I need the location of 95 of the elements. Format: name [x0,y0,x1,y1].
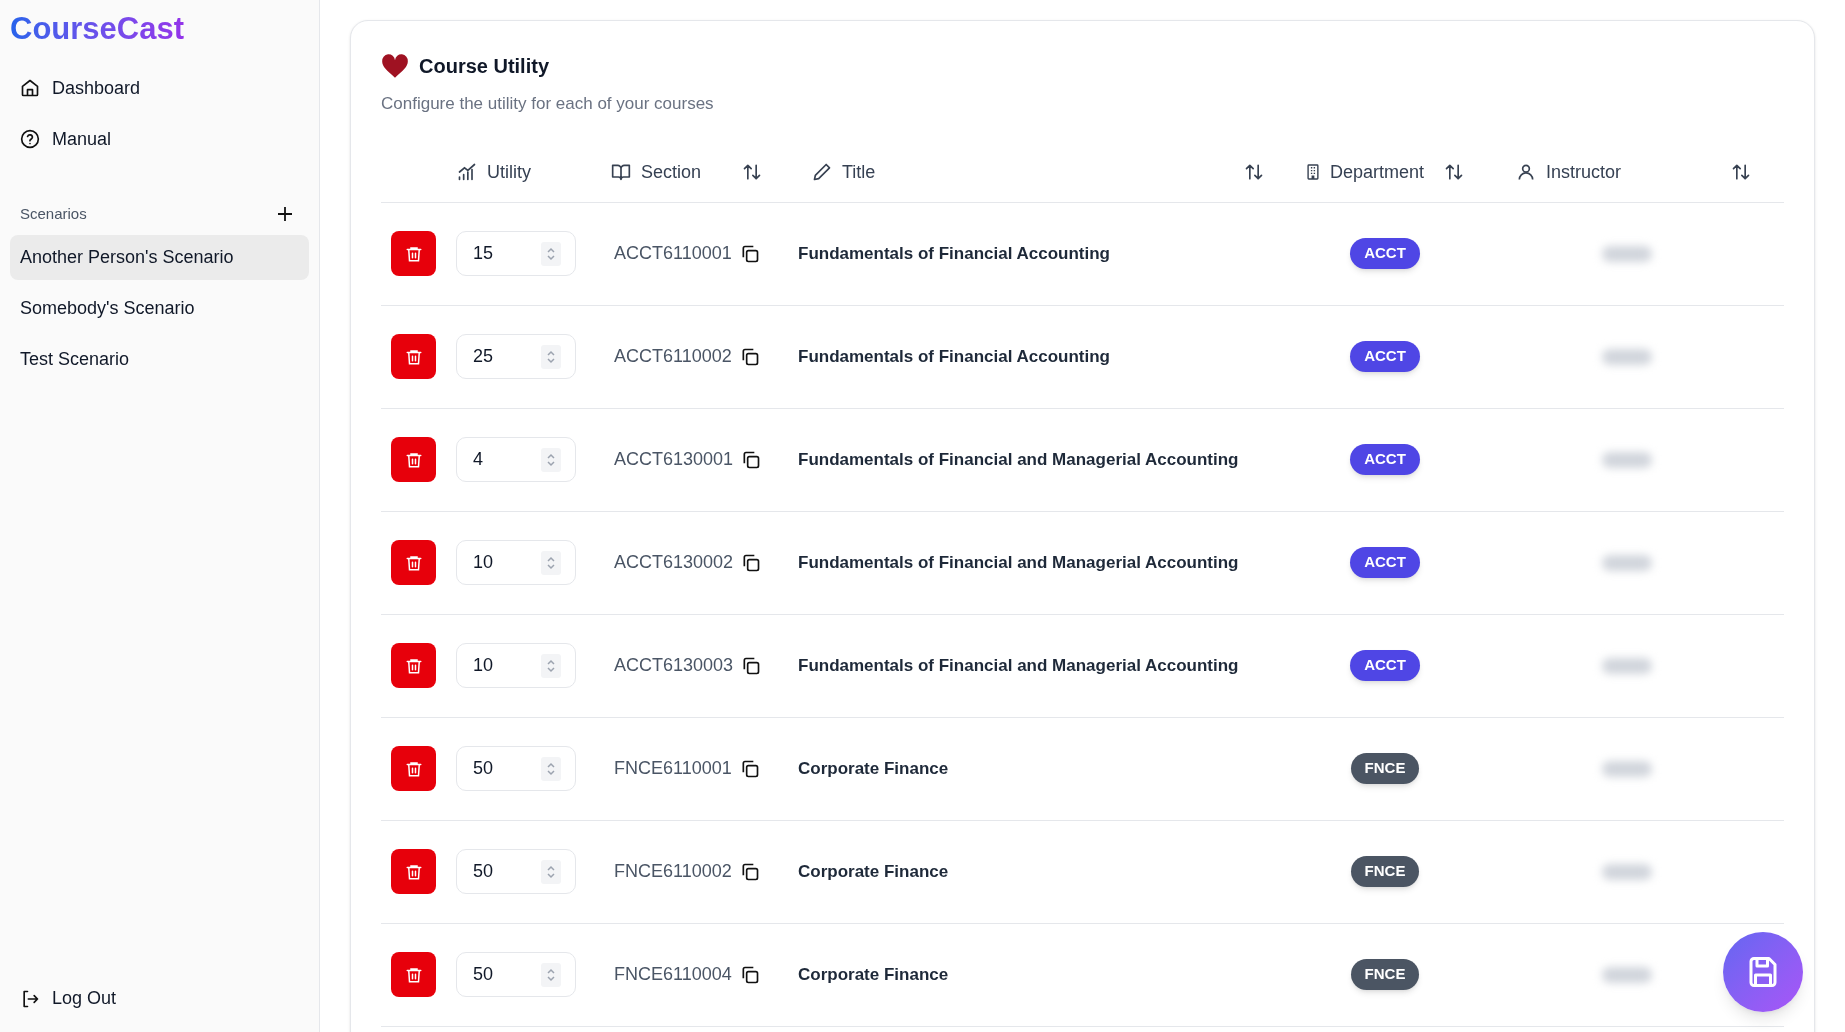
blurred-name [1602,760,1652,777]
column-header[interactable]: Utility [487,158,531,186]
pencil-icon [812,162,832,182]
chart-icon [457,162,477,182]
course-title: Corporate Finance [798,758,949,778]
delete-button[interactable] [391,746,436,791]
course-title: Fundamentals of Financial Accounting [798,243,1110,263]
sort-icon[interactable] [1731,162,1751,182]
column-header[interactable]: Instructor [1546,158,1622,186]
blurred-name [1602,966,1652,983]
course-title: Fundamentals of Financial and Managerial Accounting [798,655,1239,675]
department-tag: FNCE [1350,753,1420,784]
card-title: Course Utility [419,54,550,79]
delete-button[interactable] [391,952,436,997]
trash-icon [404,862,423,881]
trash-icon [404,759,423,778]
department-tag: ACCT [1350,650,1420,681]
delete-button[interactable] [391,334,436,379]
copy-icon[interactable] [741,449,762,470]
department-tag: ACCT [1350,547,1420,578]
section-code: ACCT6130001 [614,448,734,471]
section-code: ACCT6110001 [614,242,732,265]
heart-icon [381,53,409,79]
blurred-name [1602,863,1652,880]
section-code: ACCT6130002 [614,551,734,574]
blurred-name [1602,554,1652,571]
trash-icon [404,244,423,263]
number-field[interactable]: 15 [456,231,576,276]
building-icon [1306,162,1320,182]
copy-icon[interactable] [741,552,762,573]
department-tag: ACCT [1350,444,1420,475]
blurred-name [1602,245,1652,262]
course-title: Fundamentals of Financial and Managerial Accounting [798,449,1239,469]
spinner-icon[interactable] [541,344,561,369]
logout-icon [20,988,40,1009]
column-header[interactable]: Department [1329,158,1424,186]
delete-button[interactable] [391,231,436,276]
sort-icon[interactable] [742,162,762,182]
trash-icon [404,347,423,366]
trash-icon [404,450,423,469]
blurred-name [1602,657,1652,674]
department-tag: FNCE [1350,856,1420,887]
copy-icon[interactable] [741,655,762,676]
department-tag: FNCE [1350,959,1420,990]
blurred-name [1602,451,1652,468]
number-field[interactable]: 10 [456,643,576,688]
scenario-item[interactable]: Another Person's Scenario [10,235,309,281]
delete-button[interactable] [391,643,436,688]
logout-button[interactable]: Log Out [10,979,127,1018]
home-icon [20,78,40,99]
course-title: Fundamentals of Financial Accounting [798,346,1110,366]
section-code: FNCE6110001 [614,757,732,780]
blurred-name [1602,348,1652,365]
course-title: Corporate Finance [798,861,949,881]
trash-icon [404,656,423,675]
add-icon[interactable] [277,206,293,222]
section-heading: Scenarios [20,203,87,224]
section-code: FNCE6110002 [614,860,732,883]
delete-button[interactable] [391,849,436,894]
spinner-icon[interactable] [541,962,561,987]
nav-link[interactable]: Dashboard [10,66,309,110]
department-tag: ACCT [1350,238,1420,269]
number-field[interactable]: 25 [456,334,576,379]
department-tag: ACCT [1350,341,1420,372]
spinner-icon[interactable] [541,447,561,472]
number-field[interactable]: 50 [456,849,576,894]
number-field[interactable]: 50 [456,746,576,791]
book-icon [611,162,631,182]
column-header[interactable]: Title [842,158,876,186]
card-subtitle: Configure the utility for each of your courses [381,93,715,115]
scenario-item[interactable]: Somebody's Scenario [10,286,309,332]
spinner-icon[interactable] [541,653,561,678]
number-field[interactable]: 10 [456,540,576,585]
spinner-icon[interactable] [541,859,561,884]
course-title: Fundamentals of Financial and Managerial Accounting [798,552,1239,572]
section-code: ACCT6110002 [614,345,732,368]
nav-link[interactable]: Manual [10,117,309,161]
sort-icon[interactable] [1444,162,1464,182]
trash-icon [404,965,423,984]
help-icon [20,129,40,150]
course-title: Corporate Finance [798,964,949,984]
section-code: FNCE6110004 [614,963,732,986]
person-icon [1516,162,1536,182]
number-field[interactable]: 50 [456,952,576,997]
column-header[interactable]: Section [641,158,702,186]
spinner-icon[interactable] [541,241,561,266]
number-field[interactable]: 4 [456,437,576,482]
scenario-item[interactable]: Test Scenario [10,337,309,383]
sort-icon[interactable] [1244,162,1264,182]
spinner-icon[interactable] [541,756,561,781]
trash-icon [404,553,423,572]
delete-button[interactable] [391,437,436,482]
section-code: ACCT6130003 [614,654,734,677]
spinner-icon[interactable] [541,550,561,575]
delete-button[interactable] [391,540,436,585]
